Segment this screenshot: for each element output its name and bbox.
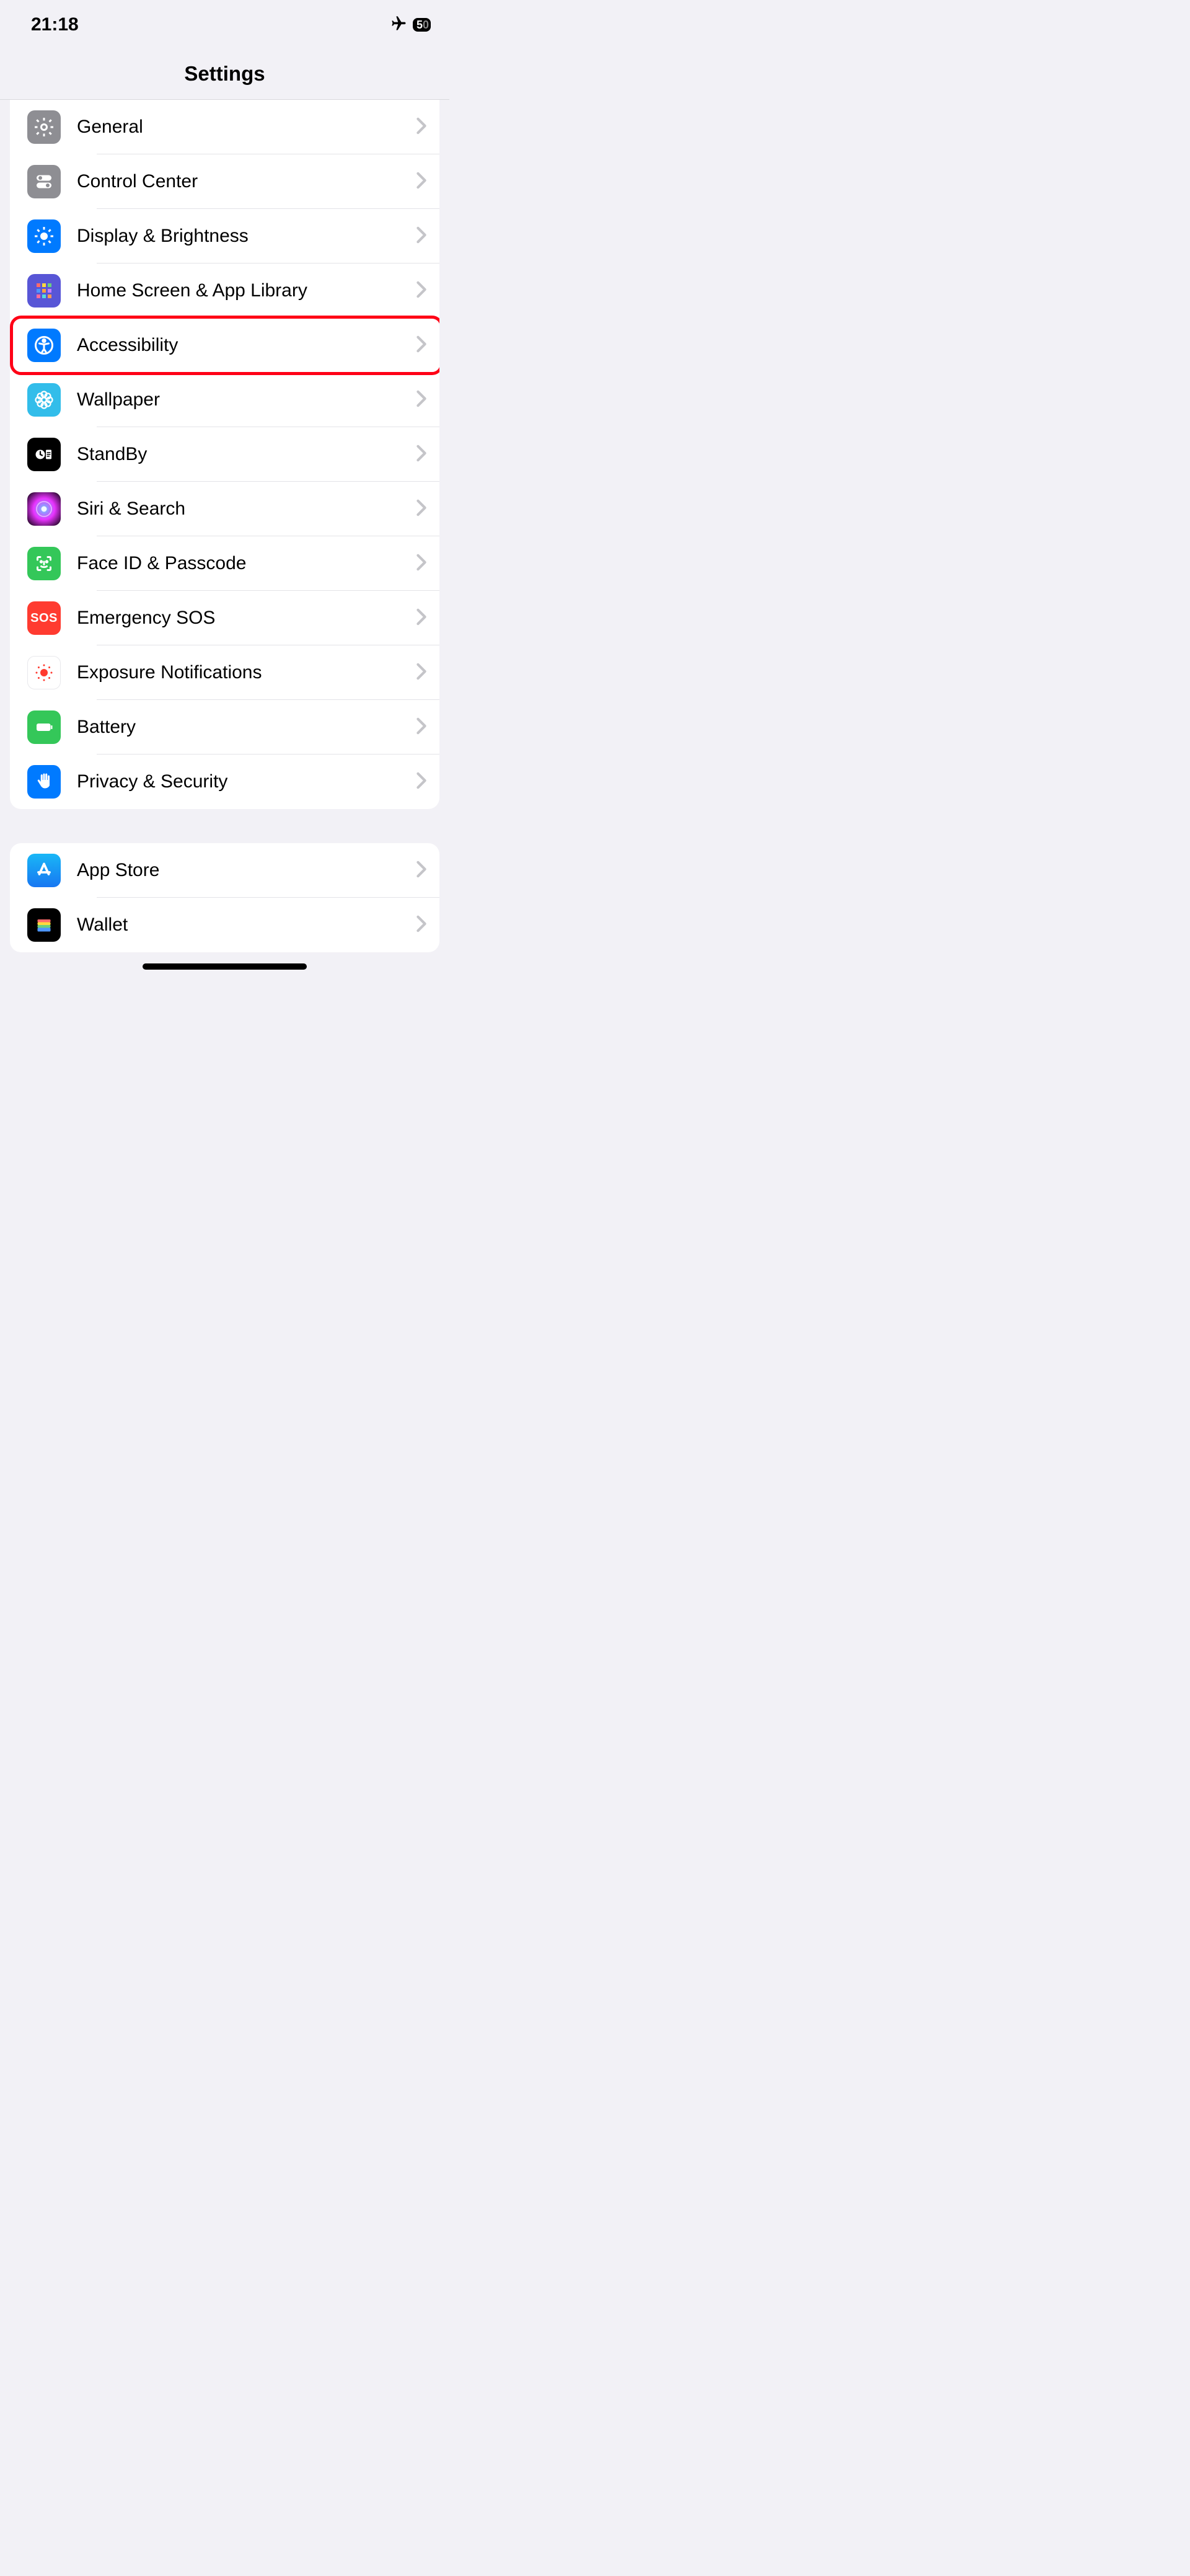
row-appstore[interactable]: App Store (10, 843, 439, 898)
page-title: Settings (0, 62, 449, 86)
battery-level: 50 (416, 19, 429, 30)
row-privacy[interactable]: Privacy & Security (10, 755, 439, 809)
gear-icon (27, 110, 61, 144)
switches-icon (27, 165, 61, 198)
row-wallet[interactable]: Wallet (10, 898, 439, 952)
standby-icon (27, 438, 61, 471)
chevron-right-icon (416, 172, 427, 192)
settings-group: General Control Center Display & Brightnes… (10, 100, 439, 809)
row-label: Privacy & Security (77, 771, 416, 792)
row-label: Display & Brightness (77, 226, 416, 247)
sun-icon (27, 219, 61, 253)
chevron-right-icon (416, 915, 427, 936)
row-label: Exposure Notifications (77, 662, 416, 683)
exposure-icon (27, 656, 61, 689)
row-wallpaper[interactable]: Wallpaper (10, 373, 439, 427)
chevron-right-icon (416, 717, 427, 738)
row-label: StandBy (77, 444, 416, 465)
row-label: Emergency SOS (77, 608, 416, 629)
appstore-icon (27, 854, 61, 887)
row-label: Accessibility (77, 335, 416, 356)
row-exposure[interactable]: Exposure Notifications (10, 645, 439, 700)
row-label: Face ID & Passcode (77, 553, 416, 574)
battery-icon (27, 710, 61, 744)
status-bar: 21:18 50 (0, 0, 449, 43)
airplane-mode-icon (390, 15, 408, 35)
wallet-icon (27, 908, 61, 942)
row-sos[interactable]: SOS Emergency SOS (10, 591, 439, 645)
apps-icon (27, 274, 61, 308)
row-label: Battery (77, 717, 416, 738)
chevron-right-icon (416, 390, 427, 410)
row-battery[interactable]: Battery (10, 700, 439, 755)
row-label: Siri & Search (77, 498, 416, 520)
home-indicator[interactable] (143, 963, 307, 970)
row-control-center[interactable]: Control Center (10, 154, 439, 209)
row-general[interactable]: General (10, 100, 439, 154)
status-icons: 50 (390, 15, 431, 35)
chevron-right-icon (416, 445, 427, 465)
row-label: App Store (77, 860, 416, 881)
chevron-right-icon (416, 772, 427, 792)
flower-icon (27, 383, 61, 417)
chevron-right-icon (416, 554, 427, 574)
row-siri[interactable]: Siri & Search (10, 482, 439, 536)
row-label: Wallpaper (77, 389, 416, 410)
row-accessibility[interactable]: Accessibility (10, 318, 439, 373)
chevron-right-icon (416, 281, 427, 301)
row-label: General (77, 117, 416, 138)
chevron-right-icon (416, 226, 427, 247)
row-standby[interactable]: StandBy (10, 427, 439, 482)
row-label: Home Screen & App Library (77, 280, 416, 301)
faceid-icon (27, 547, 61, 580)
settings-group: App Store Wallet (10, 843, 439, 952)
chevron-right-icon (416, 663, 427, 683)
battery-icon: 50 (413, 18, 431, 32)
siri-icon (27, 492, 61, 526)
chevron-right-icon (416, 335, 427, 356)
row-display[interactable]: Display & Brightness (10, 209, 439, 263)
chevron-right-icon (416, 861, 427, 881)
accessibility-icon (27, 329, 61, 362)
header: Settings (0, 43, 449, 100)
chevron-right-icon (416, 608, 427, 629)
row-label: Wallet (77, 914, 416, 936)
row-label: Control Center (77, 171, 416, 192)
row-faceid[interactable]: Face ID & Passcode (10, 536, 439, 591)
status-time: 21:18 (31, 14, 79, 35)
sos-icon: SOS (27, 601, 61, 635)
chevron-right-icon (416, 499, 427, 520)
hand-icon (27, 765, 61, 799)
chevron-right-icon (416, 117, 427, 138)
row-home-screen[interactable]: Home Screen & App Library (10, 263, 439, 318)
